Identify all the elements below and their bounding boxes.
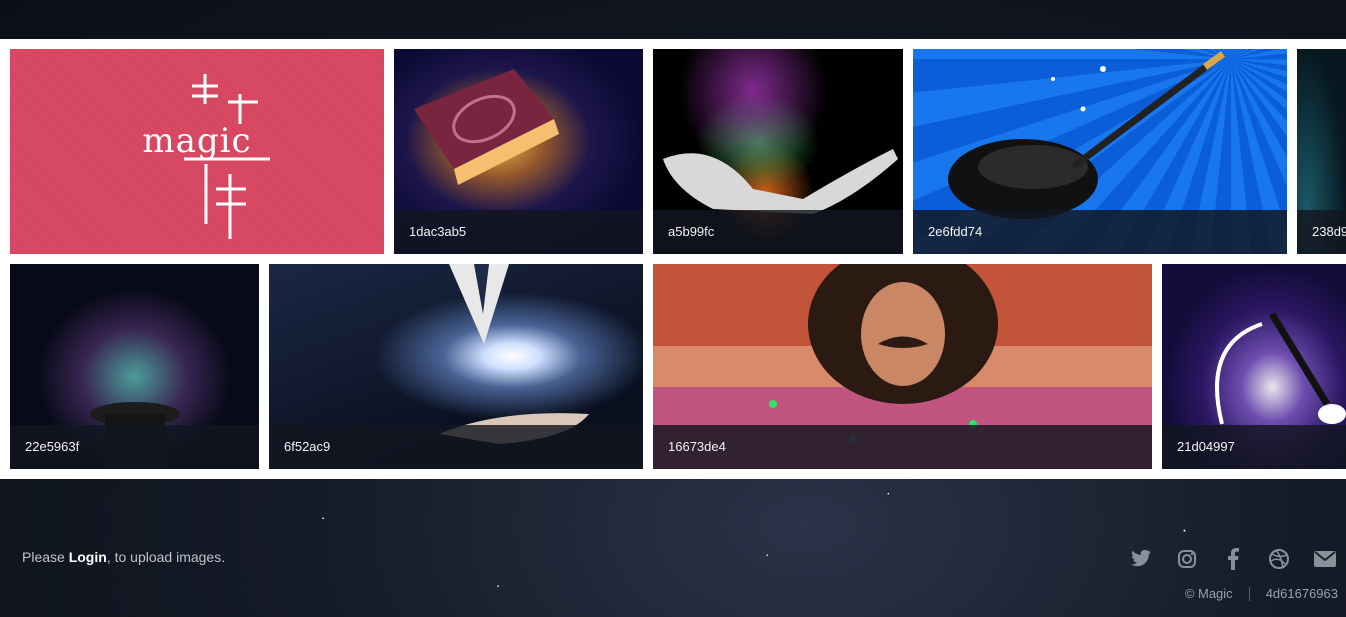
instagram-icon[interactable] bbox=[1174, 546, 1200, 572]
tile-caption: 2e6fdd74 bbox=[913, 210, 1287, 254]
prompt-before: Please bbox=[22, 549, 69, 565]
tile-caption: 1dac3ab5 bbox=[394, 210, 643, 254]
gallery-tile[interactable]: 238d9 bbox=[1297, 49, 1346, 254]
mail-icon[interactable] bbox=[1312, 546, 1338, 572]
gallery-tile[interactable]: 16673de4 bbox=[653, 264, 1152, 469]
build-id: 4d61676963 bbox=[1265, 586, 1338, 601]
logo-tile[interactable]: magic bbox=[10, 49, 384, 254]
gallery-tile[interactable]: 2e6fdd74 bbox=[913, 49, 1287, 254]
tile-caption: 238d9 bbox=[1297, 210, 1346, 254]
login-link[interactable]: Login bbox=[69, 549, 107, 565]
facebook-icon[interactable] bbox=[1220, 546, 1246, 572]
gallery-tile[interactable]: 21d04997 bbox=[1162, 264, 1346, 469]
gallery-tile[interactable]: 22e5963f bbox=[10, 264, 259, 469]
twitter-icon[interactable] bbox=[1128, 546, 1154, 572]
prompt-after: , to upload images. bbox=[106, 549, 226, 565]
tile-caption: 22e5963f bbox=[10, 425, 259, 469]
tile-caption: a5b99fc bbox=[653, 210, 903, 254]
logo-text: magic bbox=[142, 121, 252, 161]
gallery-tile[interactable]: a5b99fc bbox=[653, 49, 903, 254]
tile-caption: 21d04997 bbox=[1162, 425, 1346, 469]
divider bbox=[1248, 586, 1250, 601]
gallery-tile[interactable]: 6f52ac9 bbox=[269, 264, 643, 469]
image-gallery: magic 1dac3ab5 a5b99fc 2e6fdd74 238d9 22… bbox=[0, 39, 1346, 479]
upload-prompt: Please Login, to upload images. bbox=[22, 549, 225, 565]
dribbble-icon[interactable] bbox=[1266, 546, 1292, 572]
gallery-tile[interactable]: 1dac3ab5 bbox=[394, 49, 643, 254]
social-links bbox=[1128, 546, 1338, 572]
copyright-text: © Magic bbox=[1184, 586, 1233, 601]
footer-meta: © Magic 4d61676963 bbox=[1185, 586, 1338, 601]
tile-caption: 16673de4 bbox=[653, 425, 1152, 469]
tile-caption: 6f52ac9 bbox=[269, 425, 643, 469]
